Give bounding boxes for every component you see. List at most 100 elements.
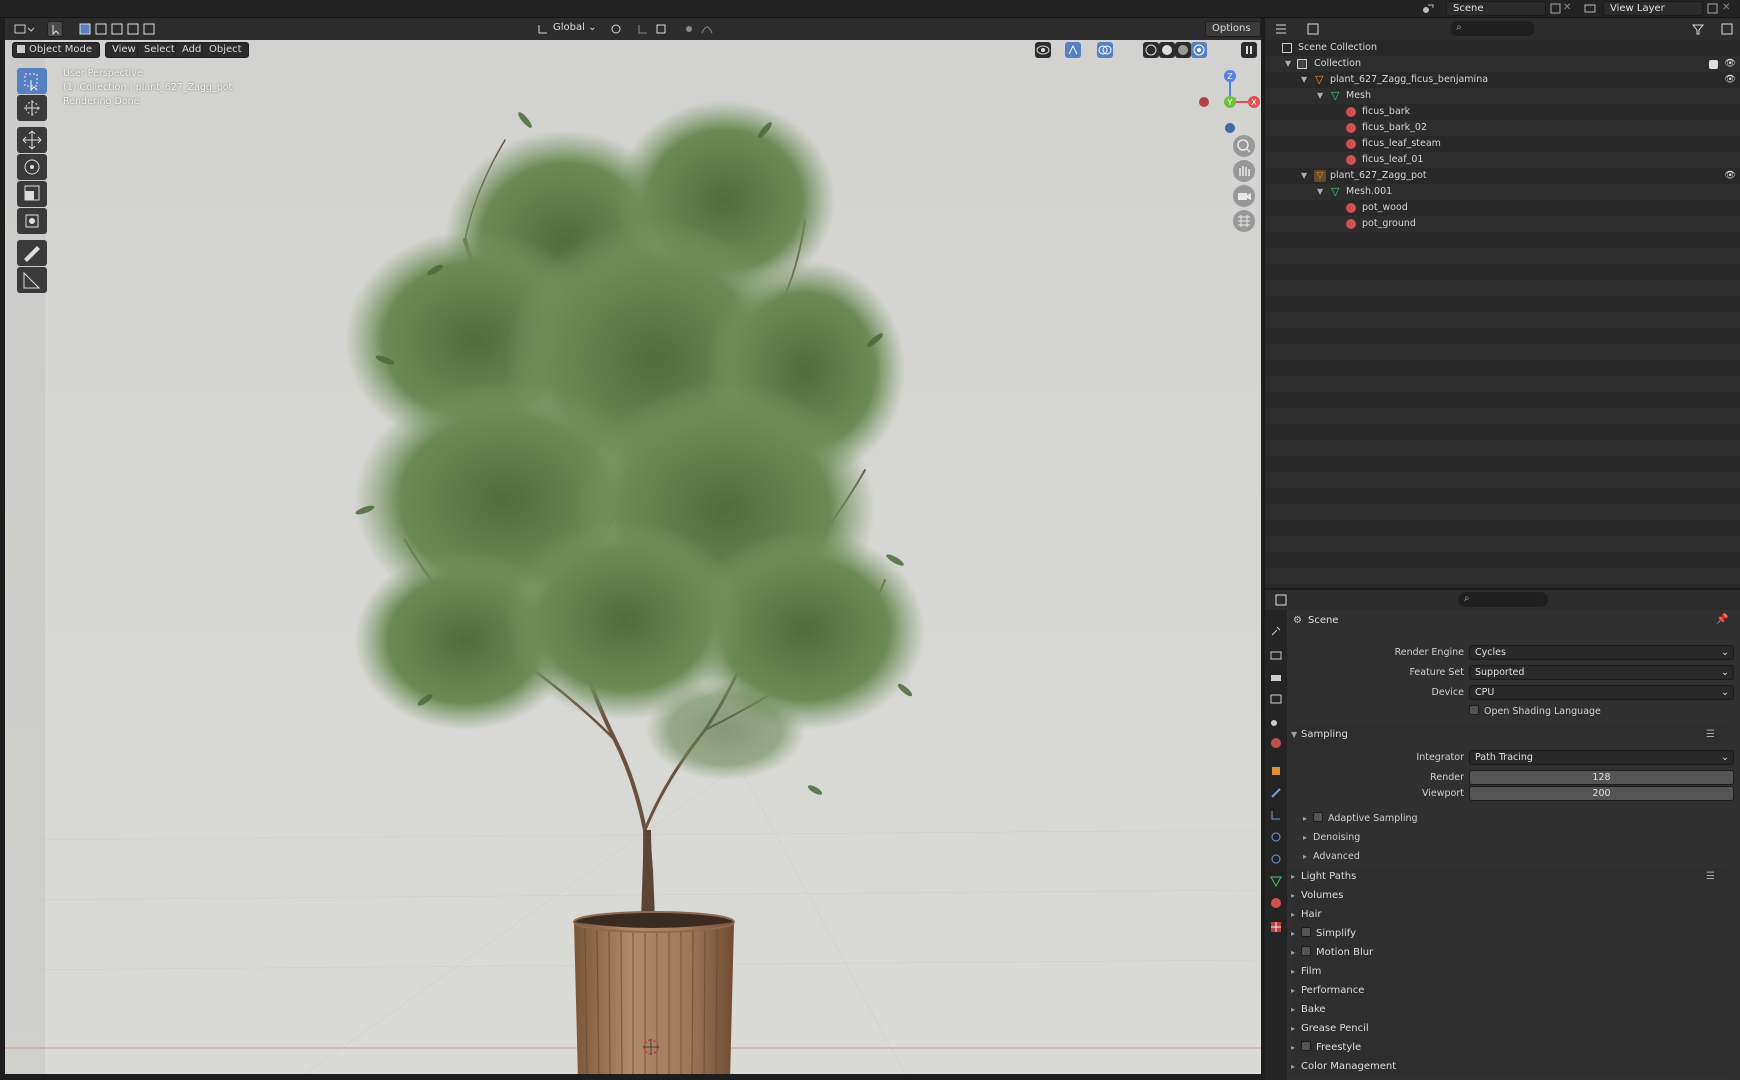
physics-tab-icon[interactable] [1269,830,1283,844]
material-preview-icon[interactable] [1175,42,1191,58]
freestyle-panel[interactable]: ▸ Freestyle [1291,1039,1729,1057]
move-tool[interactable] [17,127,47,153]
expand-icon[interactable]: ▼ [1317,88,1323,104]
tool-tab-icon[interactable] [1269,624,1283,638]
denoising-subpanel[interactable]: ▸ Denoising [1303,830,1360,846]
navigation-gizmo[interactable]: Z X Y [1190,68,1261,138]
editor-type-icon[interactable] [13,21,35,37]
gizmo-toggle-icon[interactable] [1065,42,1081,58]
visibility-eye-icon[interactable]: 👁 [1724,72,1736,88]
outliner-item-material[interactable]: ficus_leaf_steam [1265,136,1740,152]
pivot-point-icon[interactable] [608,21,624,37]
options-button[interactable]: Options ⌄ [1205,21,1261,48]
device-dropdown[interactable]: CPU ⌄ [1469,685,1734,700]
visibility-eye-icon[interactable]: 👁 [1724,168,1736,184]
particles-tab-icon[interactable] [1269,808,1283,822]
expand-icon[interactable]: ▼ [1301,168,1307,184]
object-tab-icon[interactable] [1269,764,1283,778]
select-new-icon[interactable] [77,21,93,37]
mode-dropdown[interactable]: Object Mode ⌄ [12,42,100,69]
advanced-subpanel[interactable]: ▸ Advanced [1303,849,1360,865]
rotate-tool[interactable] [17,154,47,180]
outliner-item-scene-collection[interactable]: Scene Collection [1265,40,1740,56]
render-samples-field[interactable]: 128 [1469,770,1734,785]
material-tab-icon[interactable] [1269,896,1283,910]
solid-shading-icon[interactable] [1159,42,1175,58]
select-tool-icon[interactable] [47,21,63,37]
checkbox-icon[interactable] [1301,946,1311,956]
expand-icon[interactable]: ▼ [1317,184,1323,200]
3d-viewport[interactable]: User Perspective (1) Collection | plant_… [5,40,1261,1074]
checkbox-icon[interactable] [1301,927,1311,937]
integrator-dropdown[interactable]: Path Tracing ⌄ [1469,750,1734,765]
snap-icon[interactable] [635,21,651,37]
ortho-toggle-icon[interactable] [1233,210,1255,232]
performance-panel[interactable]: ▸ Performance [1291,982,1729,1000]
delete-scene-icon[interactable]: ✕ [1563,2,1577,15]
rendered-shading-icon[interactable] [1191,42,1207,58]
outliner-search-input[interactable]: ⌕ [1450,21,1535,36]
filter-icon[interactable] [1690,21,1706,37]
presets-icon[interactable]: ☰ [1706,726,1715,744]
measure-tool[interactable] [17,267,47,293]
pause-render-icon[interactable] [1241,42,1257,58]
grease-pencil-panel[interactable]: ▸ Grease Pencil [1291,1020,1729,1038]
zoom-icon[interactable] [1233,135,1255,157]
annotate-tool[interactable] [17,240,47,266]
data-tab-icon[interactable] [1269,874,1283,888]
outliner-item-material[interactable]: pot_wood [1265,200,1740,216]
render-engine-dropdown[interactable]: Cycles ⌄ [1469,645,1734,660]
film-panel[interactable]: ▸ Film [1291,963,1729,981]
light-paths-panel[interactable]: ▸ Light Paths ☰ [1291,868,1729,886]
properties-search-input[interactable]: ⌕ [1458,592,1548,607]
view-layer-selector[interactable]: View Layer [1603,1,1703,16]
outliner-item-pot-object[interactable]: ▼ ▽ plant_627_Zagg_pot 👁 [1265,168,1740,184]
scale-tool[interactable] [17,181,47,207]
select-intersect-icon[interactable] [141,21,157,37]
bake-panel[interactable]: ▸ Bake [1291,1001,1729,1019]
texture-tab-icon[interactable] [1269,920,1283,934]
outliner-item-material[interactable]: ficus_bark [1265,104,1740,120]
world-tab-icon[interactable] [1269,736,1283,750]
expand-icon[interactable]: ▼ [1301,72,1307,88]
new-scene-icon[interactable] [1549,2,1563,15]
outliner-item-mesh[interactable]: ▼ ▽ Mesh [1265,88,1740,104]
feature-set-dropdown[interactable]: Supported ⌄ [1469,665,1734,680]
overlay-toggle-icon[interactable] [1097,42,1113,58]
exclude-checkbox-icon[interactable] [1709,60,1718,69]
cursor-tool[interactable] [17,95,47,121]
display-mode-icon[interactable] [1305,21,1321,37]
viewport-samples-field[interactable]: 200 [1469,786,1734,801]
scene-icon[interactable] [1421,2,1435,15]
view-layer-icon[interactable] [1583,2,1597,15]
volumes-panel[interactable]: ▸ Volumes [1291,887,1729,905]
select-box-tool[interactable] [17,68,47,94]
motion-blur-panel[interactable]: ▸ Motion Blur [1291,944,1729,962]
transform-tool[interactable] [17,208,47,234]
color-management-panel[interactable]: ▸ Color Management [1291,1058,1729,1076]
menu-object[interactable]: Object [202,42,249,58]
camera-view-icon[interactable] [1233,185,1255,207]
new-collection-icon[interactable] [1719,21,1735,37]
outliner-item-material[interactable]: pot_ground [1265,216,1740,232]
visibility-selectability-icon[interactable] [1035,42,1051,58]
outliner-item-material[interactable]: ficus_leaf_01 [1265,152,1740,168]
transform-orientation-icon[interactable] [535,21,551,37]
scene-selector[interactable]: Scene [1446,1,1546,16]
outliner-item-mesh[interactable]: ▼ ▽ Mesh.001 [1265,184,1740,200]
hair-panel[interactable]: ▸ Hair [1291,906,1729,924]
scene-tab-icon[interactable] [1269,714,1283,728]
properties-editor-type-icon[interactable] [1273,592,1289,608]
adaptive-sampling-subpanel[interactable]: ▸ Adaptive Sampling [1303,811,1418,827]
view-layer-tab-icon[interactable] [1269,692,1283,706]
output-tab-icon[interactable] [1269,670,1283,684]
pin-icon[interactable]: 📌 [1716,614,1728,625]
falloff-icon[interactable] [699,21,715,37]
sampling-panel-header[interactable]: ▼ Sampling ☰ [1291,726,1729,744]
transform-orientation-dropdown[interactable]: Global ⌄ [553,22,596,33]
select-extend-icon[interactable] [93,21,109,37]
delete-view-layer-icon[interactable]: ✕ [1722,2,1736,15]
select-subtract-icon[interactable] [109,21,125,37]
expand-icon[interactable]: ▼ [1285,56,1291,72]
outliner-item-material[interactable]: ficus_bark_02 [1265,120,1740,136]
